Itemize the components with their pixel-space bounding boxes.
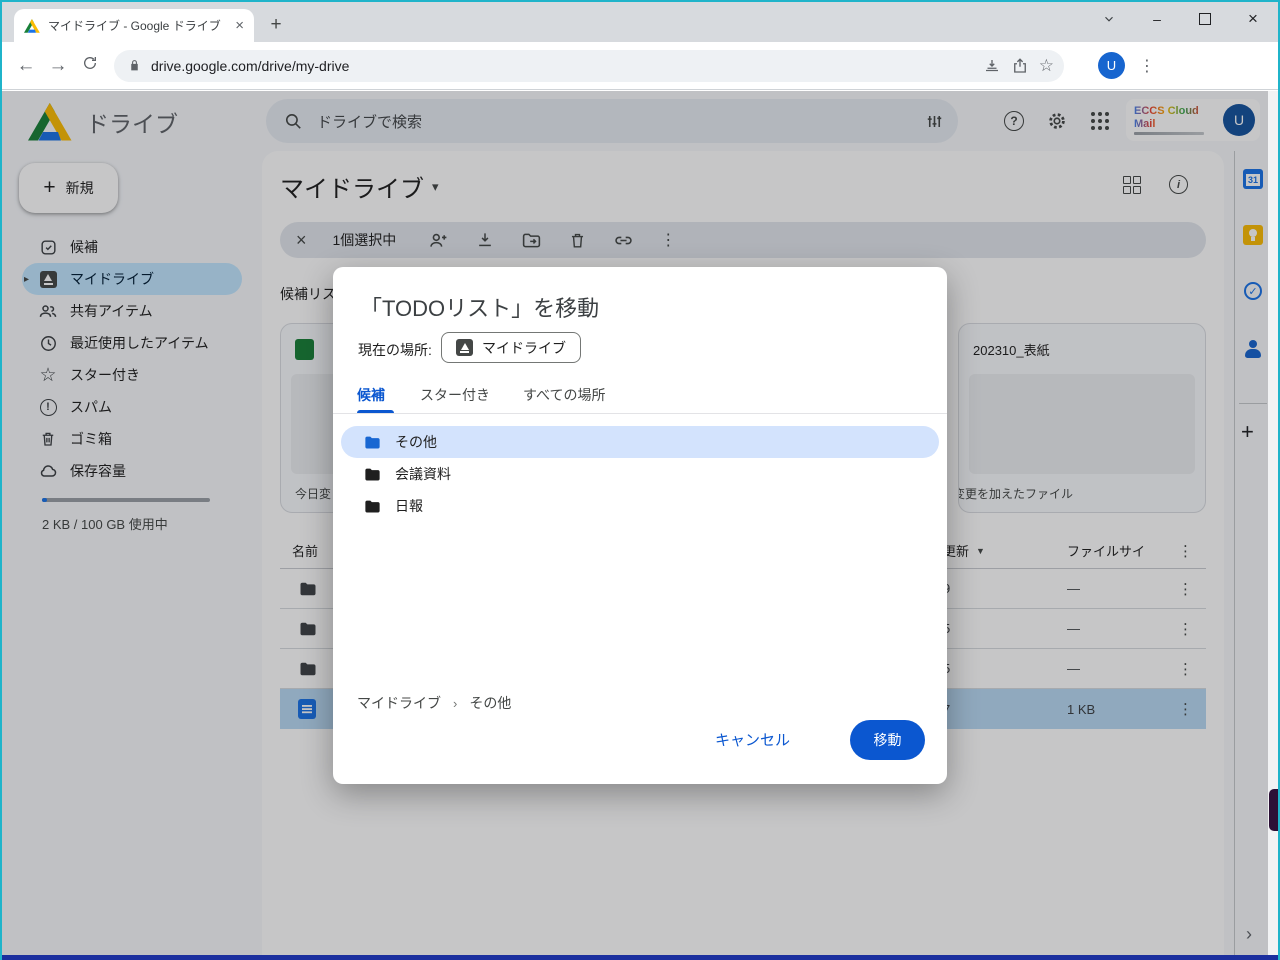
current-location-chip[interactable]: マイドライブ xyxy=(441,332,581,363)
browser-tab[interactable]: マイドライブ - Google ドライブ × xyxy=(14,9,254,42)
forward-button[interactable]: → xyxy=(42,55,74,77)
folder-icon xyxy=(363,433,382,452)
share-icon[interactable] xyxy=(1011,57,1029,75)
drive-favicon xyxy=(24,18,40,34)
tab-starred[interactable]: スター付き xyxy=(420,385,490,405)
folder-option[interactable]: 会議資料 xyxy=(341,458,939,490)
minimize-button[interactable]: – xyxy=(1148,10,1166,28)
folder-icon xyxy=(363,465,382,484)
tab-search-chevron-icon[interactable] xyxy=(1100,10,1118,28)
folder-icon xyxy=(363,497,382,516)
reload-button[interactable] xyxy=(74,55,106,77)
breadcrumb-item[interactable]: マイドライブ xyxy=(357,693,441,713)
tab-close-icon[interactable]: × xyxy=(235,17,244,34)
browser-toolbar: ← → drive.google.com/drive/my-drive ☆ U … xyxy=(2,42,1278,90)
tab-title: マイドライブ - Google ドライブ xyxy=(48,17,227,34)
current-location-label: 現在の場所: xyxy=(358,340,432,360)
maximize-button[interactable] xyxy=(1196,10,1214,28)
folder-option-selected[interactable]: その他 xyxy=(341,426,939,458)
move-dialog: 「TODOリスト」を移動 現在の場所: マイドライブ 候補 スター付き すべての… xyxy=(333,267,947,784)
scrollbar-thumb[interactable] xyxy=(1269,789,1278,831)
dialog-title: 「TODOリスト」を移動 xyxy=(360,291,599,323)
cancel-button[interactable]: キャンセル xyxy=(715,729,790,750)
tab-all-locations[interactable]: すべての場所 xyxy=(523,385,605,405)
folder-option[interactable]: 日報 xyxy=(341,490,939,522)
lock-icon xyxy=(128,58,141,73)
url-text[interactable]: drive.google.com/drive/my-drive xyxy=(151,58,973,74)
breadcrumb-item[interactable]: その他 xyxy=(469,693,511,713)
back-button[interactable]: ← xyxy=(10,55,42,77)
drive-app: ドライブ ドライブで検索 ? ECCS Cloud Mail U xyxy=(2,91,1278,955)
new-tab-button[interactable]: + xyxy=(264,14,288,36)
url-bar[interactable]: drive.google.com/drive/my-drive ☆ xyxy=(114,50,1064,82)
chevron-right-icon: › xyxy=(453,696,457,711)
tab-suggested[interactable]: 候補 xyxy=(357,385,385,405)
destination-breadcrumb: マイドライブ › その他 xyxy=(357,693,511,713)
browser-menu-icon[interactable]: ⋮ xyxy=(1131,56,1163,76)
dialog-tabs: 候補 スター付き すべての場所 xyxy=(333,379,947,414)
browser-avatar[interactable]: U xyxy=(1098,52,1125,79)
move-button[interactable]: 移動 xyxy=(850,720,925,760)
close-window-button[interactable]: × xyxy=(1244,10,1262,28)
browser-window: マイドライブ - Google ドライブ × + – × ← → drive.g… xyxy=(0,0,1280,960)
active-tab-underline xyxy=(357,410,394,413)
bookmark-star-icon[interactable]: ☆ xyxy=(1039,56,1054,76)
window-bottom-edge xyxy=(2,955,1278,960)
browser-tab-strip: マイドライブ - Google ドライブ × + – × xyxy=(2,2,1278,42)
install-icon[interactable] xyxy=(983,57,1001,75)
my-drive-icon xyxy=(456,339,473,356)
